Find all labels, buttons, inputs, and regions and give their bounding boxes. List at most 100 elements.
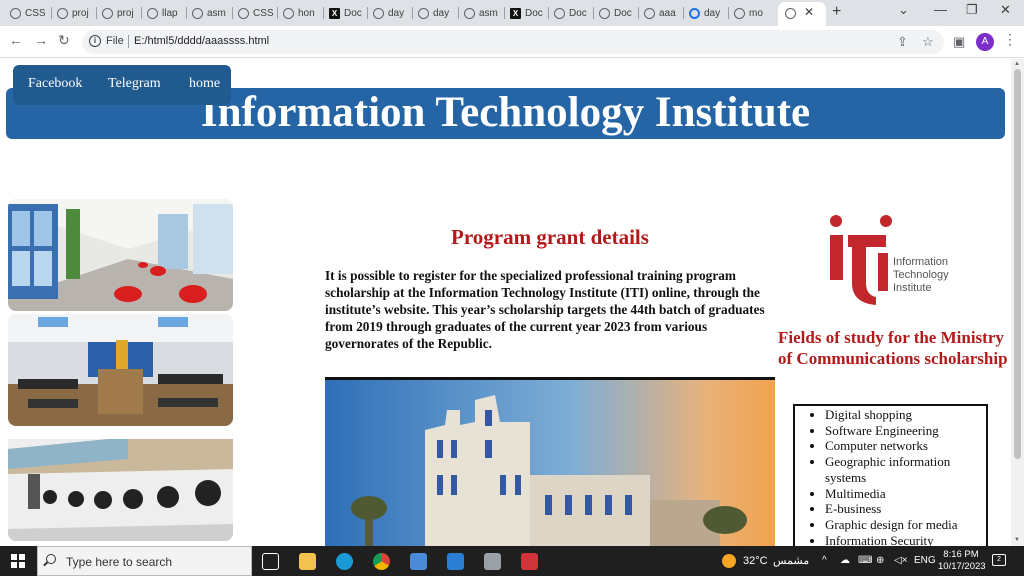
browser-tab[interactable]: Doc <box>599 4 632 22</box>
new-tab-button[interactable]: + <box>832 3 841 21</box>
tab-active[interactable]: ✕ <box>778 2 826 26</box>
close-window-button[interactable]: ✕ <box>1000 2 1011 18</box>
search-placeholder: Type here to search <box>66 555 173 569</box>
tab-separator <box>683 7 684 19</box>
logo-line-1: Information <box>893 256 949 268</box>
tab-separator <box>186 7 187 19</box>
nav-link-telegram[interactable]: Telegram <box>108 76 161 92</box>
browser-tab[interactable]: day <box>418 4 449 22</box>
store-icon[interactable] <box>410 553 427 570</box>
scroll-thumb[interactable] <box>1014 69 1021 459</box>
tab-separator <box>504 7 505 19</box>
task-view-icon[interactable] <box>262 553 279 570</box>
weather-sun-icon[interactable] <box>722 554 736 568</box>
tray-globe-icon[interactable]: ⊕ <box>876 555 884 566</box>
back-arrow-icon[interactable]: ← <box>9 32 23 48</box>
globe-icon <box>57 7 68 19</box>
browser-tab[interactable]: proj <box>102 4 134 22</box>
globe-icon <box>554 7 565 19</box>
browser-tab[interactable]: mo <box>734 4 763 22</box>
nav-link-facebook[interactable]: Facebook <box>28 76 82 92</box>
clock-time: 8:16 PM <box>943 549 979 560</box>
page-scrollbar[interactable]: ▲ ▼ <box>1011 59 1024 546</box>
scroll-down-arrow-icon[interactable]: ▼ <box>1014 537 1020 543</box>
close-tab-icon[interactable]: ✕ <box>804 5 814 19</box>
edge-browser-icon[interactable] <box>336 553 353 570</box>
mail-icon[interactable] <box>447 553 464 570</box>
office-icon[interactable] <box>521 553 538 570</box>
tab-separator <box>458 7 459 19</box>
profile-avatar[interactable]: A <box>976 33 994 51</box>
browser-tab[interactable]: proj <box>57 4 89 22</box>
browser-tab[interactable]: X Doc <box>510 4 543 22</box>
nav-link-home[interactable]: home <box>189 76 220 92</box>
tray-keyboard-icon[interactable]: ⌨ <box>858 555 872 566</box>
tab-title: Doc <box>569 7 587 19</box>
app-icon[interactable] <box>484 553 501 570</box>
field-item: E-business <box>825 501 986 517</box>
notifications-icon[interactable]: 2 <box>992 554 1006 566</box>
globe-icon <box>785 8 796 19</box>
x-logo-icon: X <box>510 7 521 19</box>
windows-start-icon[interactable] <box>11 554 25 568</box>
tray-volume-icon[interactable]: ◁× <box>894 555 908 566</box>
bookmark-star-icon[interactable]: ☆ <box>922 34 934 50</box>
browser-tab[interactable]: hon <box>283 4 315 22</box>
reload-icon[interactable]: ↻ <box>58 32 70 49</box>
forward-arrow-icon[interactable]: → <box>34 32 48 48</box>
browser-tab[interactable]: day <box>689 4 720 22</box>
browser-tab[interactable]: Doc <box>554 4 587 22</box>
tab-title: mo <box>749 7 763 19</box>
globe-icon <box>238 7 249 19</box>
corridor-photo <box>8 199 233 311</box>
globe-icon <box>734 7 745 19</box>
menu-kebab-icon[interactable]: ⋮ <box>1003 31 1017 48</box>
browser-tab[interactable]: day <box>373 4 404 22</box>
clock-date: 10/17/2023 <box>938 561 986 572</box>
logo-line-2: Technology <box>893 269 949 281</box>
tab-title: day <box>704 7 721 19</box>
url-omnibox[interactable]: i File E:/html5/dddd/aaassss.html ⇪ ☆ <box>82 30 944 54</box>
tab-separator <box>277 7 278 19</box>
minimize-button[interactable]: — <box>934 2 947 17</box>
browser-tab[interactable]: X Doc <box>329 4 362 22</box>
url-text[interactable]: E:/html5/dddd/aaassss.html <box>134 35 269 47</box>
weather-desc[interactable]: مشمس <box>773 554 809 567</box>
browser-tab[interactable]: CSS <box>238 4 274 22</box>
file-explorer-icon[interactable] <box>299 553 316 570</box>
browser-tab[interactable]: asm <box>192 4 226 22</box>
tab-title: aaa <box>659 7 676 19</box>
tab-title: Doc <box>344 7 362 19</box>
scroll-up-arrow-icon[interactable]: ▲ <box>1014 61 1020 67</box>
tab-separator <box>638 7 639 19</box>
weather-temp[interactable]: 32°C <box>743 555 768 567</box>
field-item: Geographic information systems <box>825 454 986 485</box>
info-icon[interactable]: i <box>89 35 101 47</box>
tray-network-icon[interactable]: ☁ <box>840 555 850 566</box>
tab-separator <box>728 7 729 19</box>
taskbar-clock[interactable]: 8:16 PM 10/17/2023 <box>938 549 986 573</box>
browser-tab[interactable]: llap <box>147 4 178 22</box>
tab-title: CSS <box>25 7 46 19</box>
top-nav: Facebook Telegram home <box>13 65 231 105</box>
browser-tab[interactable]: aaa <box>644 4 676 22</box>
field-item: Graphic design for media <box>825 517 986 533</box>
side-panel-icon[interactable]: ▣ <box>953 34 965 50</box>
tray-chevron-icon[interactable]: ^ <box>822 555 827 566</box>
x-logo-icon: X <box>329 7 340 19</box>
tab-search-icon[interactable]: ⌄ <box>898 2 909 18</box>
globe-icon <box>192 7 203 19</box>
tab-title: Doc <box>525 7 543 19</box>
browser-tab[interactable]: asm <box>464 4 498 22</box>
browser-tab[interactable]: CSS <box>10 4 46 22</box>
tab-separator <box>232 7 233 19</box>
share-icon[interactable]: ⇪ <box>897 34 908 50</box>
url-divider <box>128 35 129 48</box>
lab-wall-photo <box>8 429 233 541</box>
chrome-taskbar-icon[interactable] <box>373 553 390 570</box>
taskbar-search-box[interactable]: Type here to search <box>37 546 252 576</box>
tab-title: proj <box>117 7 134 19</box>
language-indicator[interactable]: ENG <box>914 555 936 566</box>
globe-icon <box>102 7 113 19</box>
restore-button[interactable]: ❐ <box>966 2 978 18</box>
